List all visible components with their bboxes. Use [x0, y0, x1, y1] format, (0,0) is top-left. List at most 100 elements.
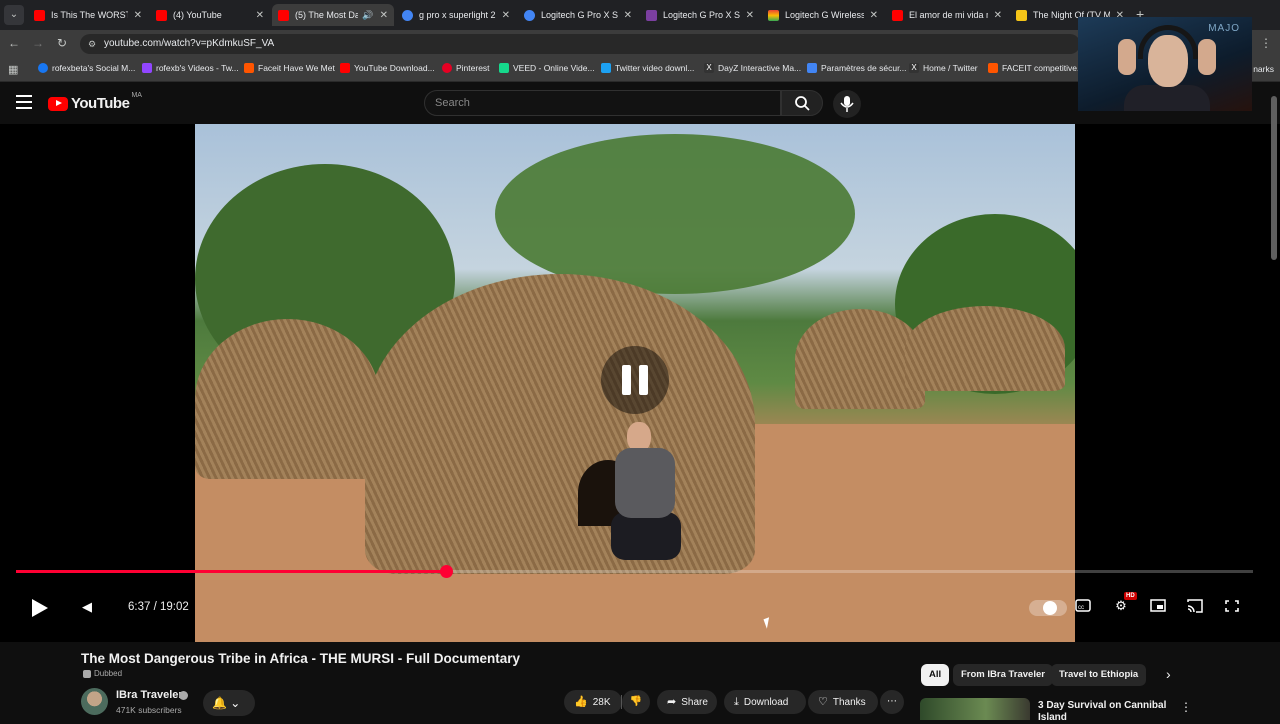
chevron-right-icon[interactable]: › — [1166, 666, 1171, 682]
subscriber-count: 471K subscribers — [116, 705, 182, 715]
thanks-button[interactable]: ♡ Thanks — [808, 690, 878, 714]
bookmark-item[interactable]: VEED - Online Vide... — [499, 63, 595, 73]
bookmark-item[interactable]: FACEIT competitive... — [988, 63, 1084, 73]
verified-icon — [179, 691, 188, 700]
channel-name[interactable]: IBra Traveler — [116, 689, 183, 701]
bookmark-item[interactable]: Paramètres de sécur... — [807, 63, 907, 73]
close-icon[interactable]: ✕ — [624, 10, 632, 21]
download-button[interactable]: ⤓ Download — [724, 690, 806, 714]
youtube-favicon-icon — [34, 9, 45, 21]
site-info-icon[interactable]: ⚙ — [88, 34, 96, 54]
pinterest-icon — [442, 63, 452, 73]
close-icon[interactable]: ✕ — [746, 10, 754, 21]
fullscreen-icon[interactable] — [1221, 598, 1243, 616]
chip-all[interactable]: All — [921, 664, 950, 686]
google-favicon-icon — [402, 9, 413, 21]
youtube-icon — [340, 63, 350, 73]
bookmark-item[interactable]: Faceit Have We Met — [244, 63, 335, 73]
tab-label: Is This The WORST M — [51, 10, 128, 20]
voice-search-button[interactable] — [833, 90, 861, 118]
search-icon — [795, 96, 810, 111]
bookmark-item[interactable]: rofexbeta's Social M... — [38, 63, 135, 73]
close-icon[interactable]: ✕ — [994, 10, 1002, 21]
more-dots-icon: ⋯ — [887, 696, 897, 707]
close-icon[interactable]: ✕ — [502, 10, 510, 21]
thanks-icon: ♡ — [818, 696, 828, 708]
recommended-menu-icon[interactable]: ⋮ — [1180, 700, 1192, 714]
video-player[interactable]: ◀ 6:37 / 19:02 cc ⚙ HD — [0, 124, 1280, 642]
close-icon[interactable]: ✕ — [380, 10, 388, 21]
youtube-logo[interactable]: YouTube MA — [48, 92, 142, 112]
twitch-icon — [142, 63, 152, 73]
veed-icon — [499, 63, 509, 73]
chip-from-channel[interactable]: From IBra Traveler — [953, 664, 1053, 686]
autoplay-toggle[interactable] — [1029, 600, 1067, 616]
browser-menu-icon[interactable]: ⋮ — [1260, 36, 1272, 50]
recommended-title[interactable]: 3 Day Survival on Cannibal Island — [1038, 700, 1168, 724]
tab-label: (5) The Most Dan — [295, 10, 359, 20]
cast-icon[interactable] — [1184, 598, 1206, 616]
tab-search-icon[interactable]: ⌄ — [4, 5, 24, 25]
close-icon[interactable]: ✕ — [256, 10, 264, 21]
share-button[interactable]: ➦ Share — [657, 690, 717, 714]
all-bookmarks[interactable]: narks — [1253, 64, 1274, 74]
subtitles-icon[interactable]: cc — [1072, 598, 1094, 616]
browser-tab[interactable]: g pro x superlight 2 m ✕ — [396, 4, 516, 26]
share-icon: ➦ — [667, 696, 677, 708]
pause-overlay-icon[interactable] — [601, 346, 669, 414]
page-scrollbar[interactable] — [1271, 96, 1277, 260]
webcam-overlay-text: MAJO — [1208, 23, 1240, 34]
bookmark-item[interactable]: YouTube Download... — [340, 63, 435, 73]
volume-icon[interactable]: ◀ — [82, 599, 92, 615]
video-frame[interactable] — [195, 124, 1075, 642]
close-icon[interactable]: ✕ — [134, 10, 142, 21]
browser-tab[interactable]: Is This The WORST M ✕ — [28, 4, 148, 26]
youtube-logo-icon — [48, 96, 68, 111]
x-icon: X — [909, 63, 919, 73]
progress-bar[interactable] — [16, 565, 1253, 578]
youtube-favicon-icon — [156, 9, 167, 21]
settings-gear-icon[interactable]: ⚙ — [1110, 598, 1132, 616]
speaker-icon[interactable]: 🔊 — [362, 10, 373, 21]
bookmark-item[interactable]: X DayZ Interactive Ma... — [704, 63, 801, 73]
url-field[interactable]: ⚙ youtube.com/watch?v=pKdmkuSF_VA — [80, 34, 1080, 54]
apps-grid-icon[interactable]: ▦ — [8, 63, 18, 76]
hd-badge: HD — [1124, 592, 1137, 600]
notification-bell-button[interactable]: 🔔 ⌄ — [203, 690, 255, 716]
bookmark-item[interactable]: Pinterest — [442, 63, 490, 73]
browser-tab[interactable]: (4) YouTube ✕ — [150, 4, 270, 26]
browser-tab[interactable]: Logitech G Pro X Sup ✕ — [640, 4, 760, 26]
back-icon[interactable]: ← — [6, 36, 22, 50]
bookmark-item[interactable]: rofexb's Videos - Tw... — [142, 63, 239, 73]
headphones-icon — [1138, 25, 1198, 59]
miniplayer-icon[interactable] — [1147, 598, 1169, 616]
dislike-button[interactable]: 👎 — [622, 690, 650, 714]
reload-icon[interactable]: ↻ — [54, 36, 70, 50]
browser-tab[interactable]: Logitech G Wireless G ✕ — [762, 4, 884, 26]
tab-label: El amor de mi vida m — [909, 10, 988, 20]
browser-tab-active[interactable]: (5) The Most Dan 🔊 ✕ — [272, 4, 394, 26]
bookmark-item[interactable]: X Home / Twitter — [909, 63, 978, 73]
url-text: youtube.com/watch?v=pKdmkuSF_VA — [104, 38, 275, 49]
twitter-icon — [601, 63, 611, 73]
bell-icon: 🔔 — [212, 696, 227, 710]
bookmark-favicon-icon — [38, 63, 48, 73]
browser-tab[interactable]: Logitech G Pro X Sup ✕ — [518, 4, 638, 26]
time-display: 6:37 / 19:02 — [128, 601, 189, 613]
more-actions-button[interactable]: ⋯ — [880, 690, 904, 714]
bookmark-item[interactable]: Twitter video downl... — [601, 63, 694, 73]
like-button[interactable]: 👍 28K — [564, 690, 622, 714]
browser-tab[interactable]: El amor de mi vida m ✕ — [886, 4, 1008, 26]
youtube-favicon-icon — [278, 9, 289, 21]
recommended-thumbnail[interactable] — [920, 698, 1030, 720]
logitech-favicon-icon — [646, 9, 657, 21]
close-icon[interactable]: ✕ — [870, 10, 878, 21]
menu-icon[interactable] — [16, 95, 32, 109]
forward-icon[interactable]: → — [30, 36, 46, 50]
tab-label: Logitech G Pro X Sup — [663, 10, 740, 20]
chip-topic[interactable]: Travel to Ethiopia — [1051, 664, 1147, 686]
search-button[interactable] — [781, 90, 823, 116]
search-input[interactable]: Search — [424, 90, 781, 116]
play-button[interactable] — [32, 599, 48, 617]
channel-avatar[interactable] — [81, 688, 108, 715]
